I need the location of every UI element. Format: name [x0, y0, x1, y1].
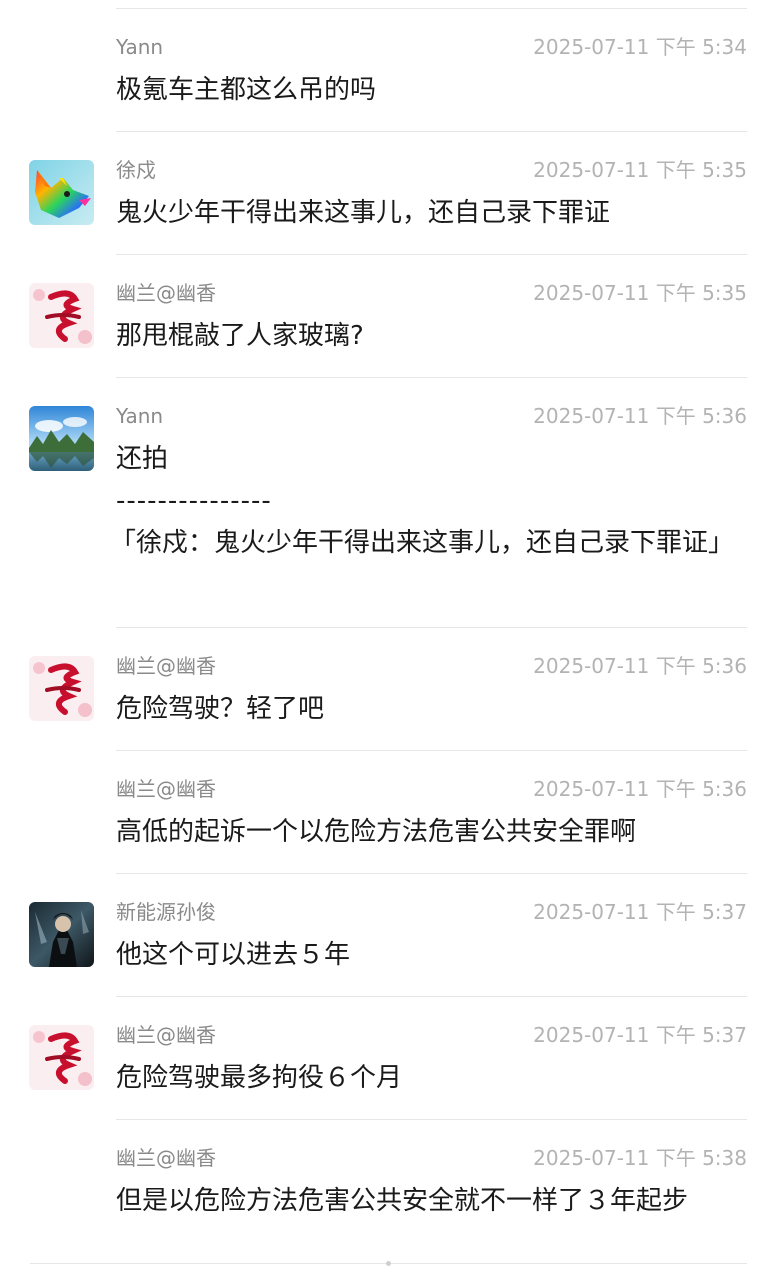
sender-name[interactable]: 幽兰@幽香 [116, 654, 216, 678]
scroll-indicator [386, 1261, 391, 1266]
message-time: 2025-07-11 下午 5:36 [533, 654, 747, 678]
message-text: 危险驾驶最多拘役６个月 [116, 1063, 403, 1093]
message-time: 2025-07-11 下午 5:35 [533, 281, 747, 305]
dark-warrior-avatar[interactable] [29, 902, 94, 967]
message-text: 那甩棍敲了人家玻璃? [116, 321, 364, 351]
message-time: 2025-07-11 下午 5:34 [533, 35, 747, 59]
message-item[interactable]: 幽兰@幽香 2025-07-11 下午 5:36 高低的起诉一个以危险方法危害公… [0, 751, 777, 874]
red-calligraphy-avatar[interactable] [29, 283, 94, 348]
colorful-fox-avatar[interactable] [29, 160, 94, 225]
message-item[interactable]: 幽兰@幽香 2025-07-11 下午 5:37 危险驾驶最多拘役６个月 [0, 997, 777, 1120]
message-item[interactable]: 徐戍 2025-07-11 下午 5:35 鬼火少年干得出来这事儿，还自己录下罪… [0, 132, 777, 255]
message-item[interactable]: 幽兰@幽香 2025-07-11 下午 5:36 危险驾驶？轻了吧 [0, 628, 777, 751]
landscape-avatar-image [29, 406, 94, 471]
fox-avatar-image [29, 160, 94, 225]
message-item[interactable]: Yann 2025-07-11 下午 5:34 极氪车主都这么吊的吗 [0, 9, 777, 132]
quote-separator: --------------- [116, 486, 272, 516]
sender-name[interactable]: 幽兰@幽香 [116, 1023, 216, 1047]
sender-name[interactable]: Yann [116, 35, 163, 59]
message-time: 2025-07-11 下午 5:36 [533, 777, 747, 801]
sender-name[interactable]: 幽兰@幽香 [116, 777, 216, 801]
sender-name[interactable]: 新能源孙俊 [116, 900, 216, 924]
chat-history-list[interactable]: Yann 2025-07-11 下午 5:34 极氪车主都这么吊的吗 徐戍 20… [0, 0, 777, 1280]
message-text: 他这个可以进去５年 [116, 940, 351, 970]
message-time: 2025-07-11 下午 5:36 [533, 404, 747, 428]
sender-name[interactable]: 徐戍 [116, 158, 156, 182]
landscape-avatar[interactable] [29, 406, 94, 471]
message-item[interactable]: 幽兰@幽香 2025-07-11 下午 5:38 但是以危险方法危害公共安全就不… [0, 1120, 777, 1243]
sender-name[interactable]: 幽兰@幽香 [116, 281, 216, 305]
message-time: 2025-07-11 下午 5:35 [533, 158, 747, 182]
sender-name[interactable]: 幽兰@幽香 [116, 1146, 216, 1170]
message-item[interactable]: 幽兰@幽香 2025-07-11 下午 5:35 那甩棍敲了人家玻璃? [0, 255, 777, 378]
red-calligraphy-avatar[interactable] [29, 1025, 94, 1090]
message-text: 还拍 [116, 444, 169, 474]
message-time: 2025-07-11 下午 5:38 [533, 1146, 747, 1170]
red-calligraphy-avatar[interactable] [29, 656, 94, 721]
message-time: 2025-07-11 下午 5:37 [533, 1023, 747, 1047]
message-item[interactable]: 新能源孙俊 2025-07-11 下午 5:37 他这个可以进去５年 [0, 874, 777, 997]
message-time: 2025-07-11 下午 5:37 [533, 900, 747, 924]
message-text-block: 还拍 --------------- 「徐戍：鬼火少年干得出来这事儿，还自己录下… [110, 438, 736, 564]
message-text: 高低的起诉一个以危险方法危害公共安全罪啊 [116, 817, 637, 847]
message-item[interactable]: Yann 2025-07-11 下午 5:36 还拍 -------------… [0, 378, 777, 628]
calligraphy-avatar-image [29, 283, 94, 348]
calligraphy-avatar-image [29, 1025, 94, 1090]
message-text: 危险驾驶？轻了吧 [116, 694, 325, 724]
message-text: 极氪车主都这么吊的吗 [116, 75, 377, 105]
quoted-message[interactable]: 「徐戍：鬼火少年干得出来这事儿，还自己录下罪证」 [110, 522, 736, 564]
sender-name[interactable]: Yann [116, 404, 163, 428]
message-text: 但是以危险方法危害公共安全就不一样了３年起步 [116, 1186, 689, 1216]
warrior-avatar-image [29, 902, 94, 967]
calligraphy-avatar-image [29, 656, 94, 721]
message-text: 鬼火少年干得出来这事儿，还自己录下罪证 [116, 198, 611, 228]
